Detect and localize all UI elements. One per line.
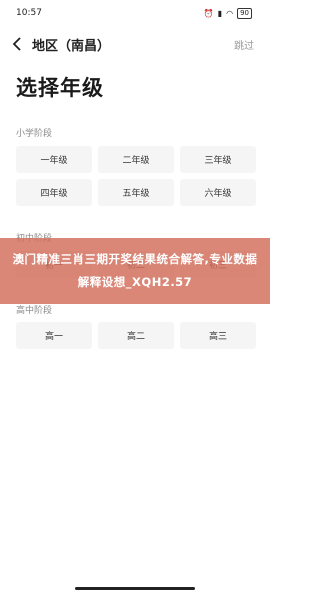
grade-button[interactable]: 高一 bbox=[16, 322, 92, 349]
grade-button[interactable]: 五年级 bbox=[98, 179, 174, 206]
nav-title: 地区（南昌） bbox=[32, 38, 111, 54]
grade-button[interactable]: 四年级 bbox=[16, 179, 92, 206]
grade-button[interactable]: 三年级 bbox=[180, 146, 256, 173]
grade-grid-primary: 一年级 二年级 三年级 四年级 五年级 六年级 bbox=[16, 146, 256, 206]
section-label-primary: 小学阶段 bbox=[16, 129, 53, 139]
nav-bar: 地区（南昌） 跳过 bbox=[0, 30, 270, 58]
skip-button[interactable]: 跳过 bbox=[234, 37, 254, 52]
home-indicator bbox=[75, 587, 195, 590]
grade-button[interactable]: 一年级 bbox=[16, 146, 92, 173]
wifi-icon: ◠ bbox=[226, 8, 234, 18]
grade-button[interactable]: 六年级 bbox=[180, 179, 256, 206]
grade-button[interactable]: 高三 bbox=[180, 322, 256, 349]
banner-text: 澳门精准三肖三期开奖结果统合解答,专业数据解释设想_XQH2.57 bbox=[12, 252, 258, 289]
status-time: 10:57 bbox=[16, 8, 42, 18]
grade-button[interactable]: 高二 bbox=[98, 322, 174, 349]
alarm-icon: ⏰ bbox=[203, 8, 214, 18]
grade-button[interactable]: 二年级 bbox=[98, 146, 174, 173]
page-title: 选择年级 bbox=[16, 76, 104, 100]
overlay-banner: 澳门精准三肖三期开奖结果统合解答,专业数据解释设想_XQH2.57 bbox=[0, 238, 270, 304]
back-icon[interactable] bbox=[10, 36, 26, 52]
status-icons: ⏰ ▮ ◠ 90 bbox=[203, 7, 252, 19]
section-label-senior: 高中阶段 bbox=[16, 306, 53, 316]
grade-grid-senior: 高一 高二 高三 bbox=[16, 322, 256, 349]
status-bar: 10:57 ⏰ ▮ ◠ 90 bbox=[0, 0, 270, 26]
signal-icon: ▮ bbox=[217, 8, 223, 18]
battery-icon: 90 bbox=[237, 7, 252, 19]
